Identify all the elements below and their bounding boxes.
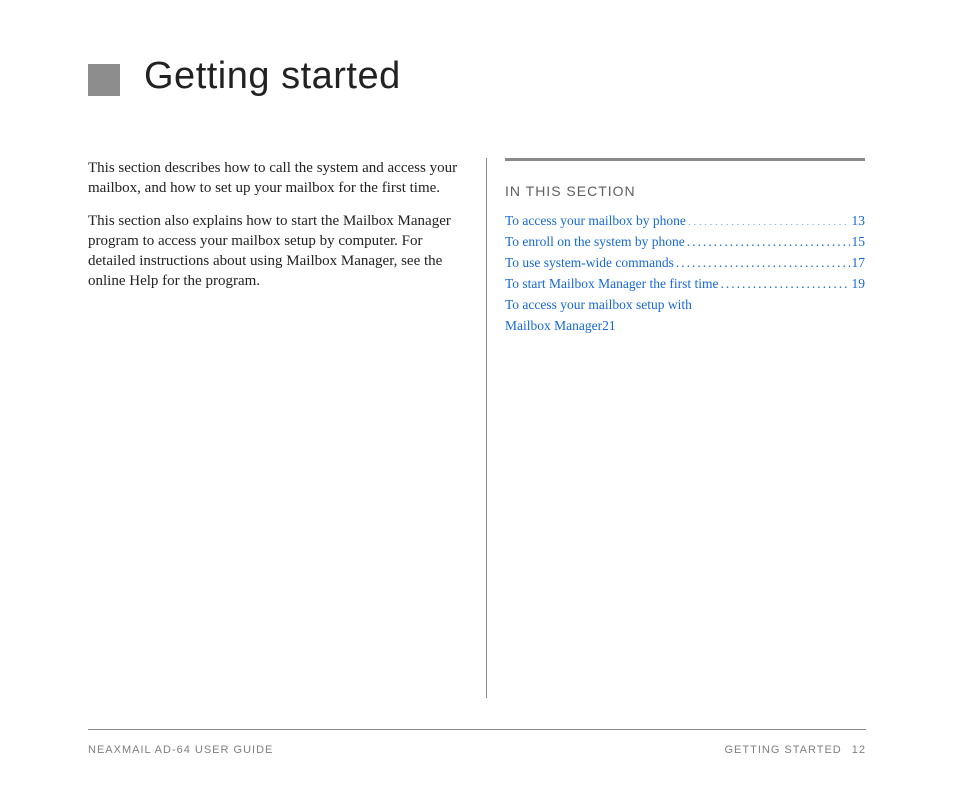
toc-item-label-line1: To access your mailbox setup with (505, 295, 865, 316)
toc-item-label: To access your mailbox by phone (505, 211, 686, 232)
toc-item[interactable]: To access your mailbox by phone 13 (505, 211, 865, 232)
intro-column: This section describes how to call the s… (88, 158, 486, 698)
footer-left-label: NEAXMAIL AD-64 USER GUIDE (88, 744, 273, 756)
toc-leader (687, 232, 850, 246)
toc-item-page: 15 (852, 232, 866, 253)
document-page: Getting started This section describes h… (0, 0, 954, 786)
toc-item-label-line2: Mailbox Manager (505, 316, 602, 337)
toc-leader (721, 274, 850, 288)
toc-item-label: To start Mailbox Manager the first time (505, 274, 719, 295)
toc-leader (688, 212, 850, 226)
heading-bullet-square (88, 64, 120, 96)
heading-row: Getting started (88, 55, 866, 98)
toc-item-page: 13 (852, 211, 866, 232)
toc-item-page: 21 (602, 316, 616, 337)
footer-page-number: 12 (852, 744, 866, 756)
toc-item-page: 19 (852, 274, 866, 295)
toc-leader (676, 253, 850, 267)
intro-paragraph-2: This section also explains how to start … (88, 211, 458, 292)
vertical-divider (486, 158, 487, 698)
footer-section-label: GETTING STARTED (724, 744, 841, 756)
toc-item-label: To enroll on the system by phone (505, 232, 685, 253)
section-label: IN THIS SECTION (505, 183, 865, 199)
page-title: Getting started (144, 55, 401, 98)
toc-item[interactable]: To enroll on the system by phone 15 (505, 232, 865, 253)
toc-item[interactable]: To use system-wide commands 17 (505, 253, 865, 274)
toc-column: IN THIS SECTION To access your mailbox b… (505, 158, 865, 698)
footer-rule (88, 729, 866, 730)
toc-item[interactable]: To access your mailbox setup with Mailbo… (505, 295, 865, 337)
toc-item[interactable]: To start Mailbox Manager the first time … (505, 274, 865, 295)
intro-paragraph-1: This section describes how to call the s… (88, 158, 458, 199)
content-columns: This section describes how to call the s… (88, 158, 866, 698)
toc-item-label: To use system-wide commands (505, 253, 674, 274)
toc-item-page: 17 (852, 253, 866, 274)
page-footer: NEAXMAIL AD-64 USER GUIDE GETTING STARTE… (88, 744, 866, 756)
toc-list: To access your mailbox by phone 13 To en… (505, 211, 865, 337)
